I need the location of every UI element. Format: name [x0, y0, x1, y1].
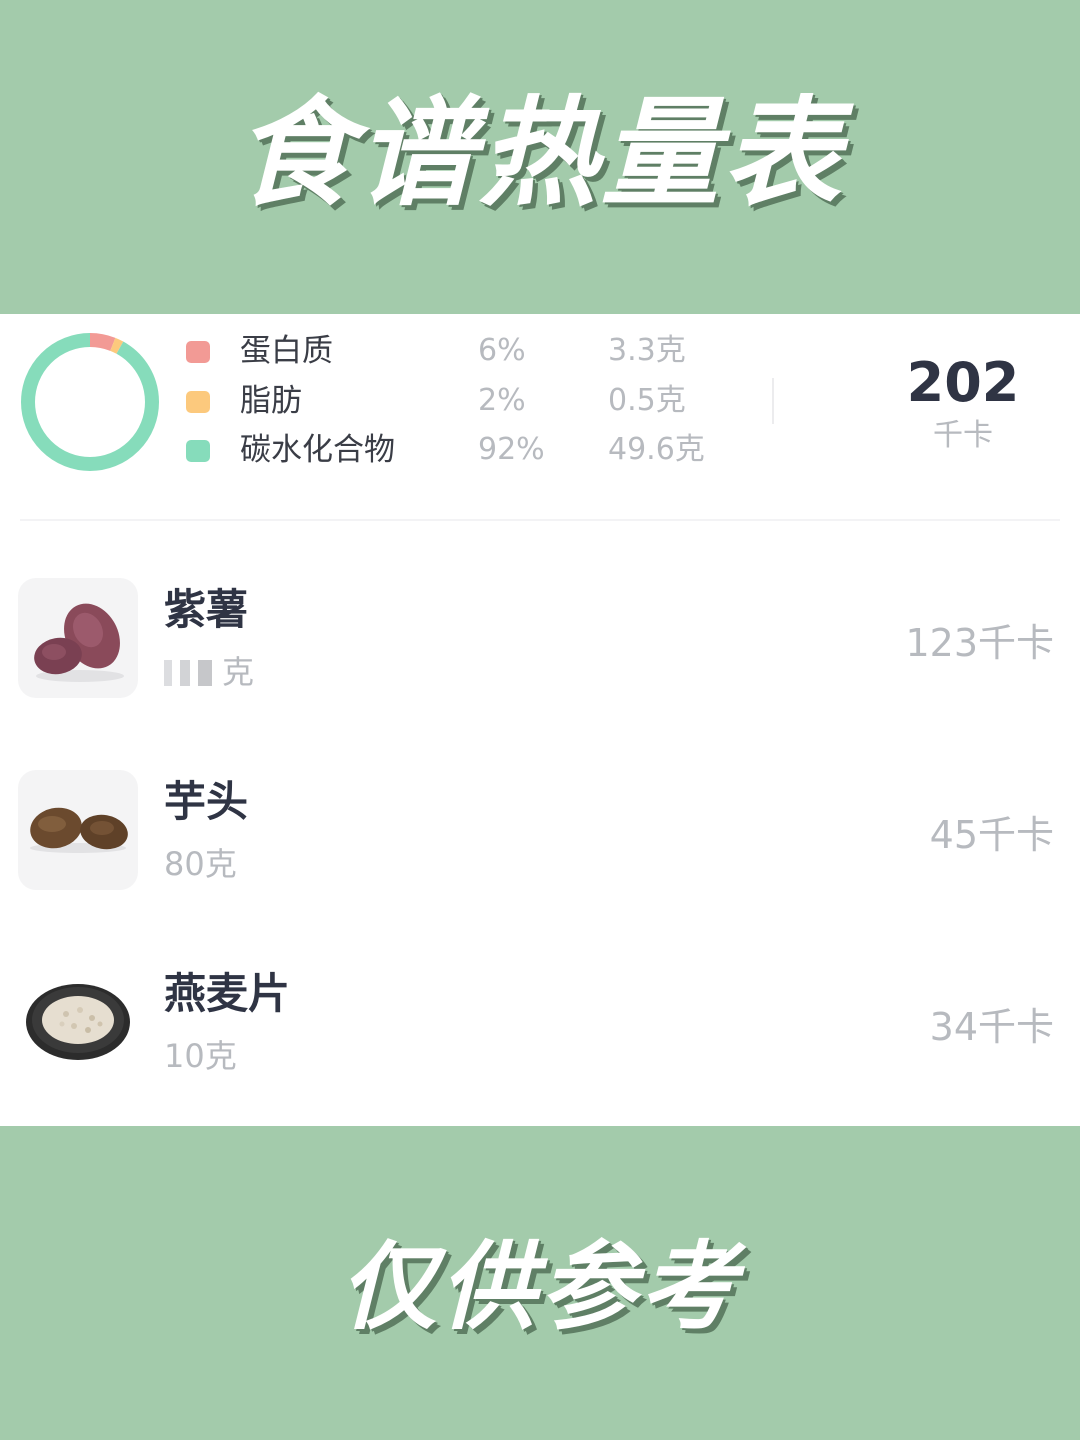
- obscured-weight-digits: [164, 660, 216, 686]
- food-weight: 克: [164, 650, 254, 694]
- carbs-percent: 92%: [478, 432, 545, 467]
- summary-divider: [772, 378, 774, 424]
- food-name: 燕麦片: [164, 969, 291, 1018]
- macro-donut-chart: [21, 333, 159, 471]
- food-name: 芋头: [164, 777, 249, 826]
- legend-row-protein: 蛋白质 6% 3.3克: [186, 331, 746, 371]
- total-calories-value: 202: [906, 351, 1020, 414]
- food-calories: 45千卡: [929, 813, 1054, 857]
- page-title: 食谱热量表: [234, 84, 845, 222]
- food-row-taro[interactable]: 芋头 80克 45千卡: [0, 770, 1080, 910]
- carbs-color-swatch: [186, 440, 210, 462]
- food-weight: 10克: [164, 1037, 237, 1075]
- footer-disclaimer: 仅供参考: [340, 1231, 740, 1343]
- food-calories: 34千卡: [929, 1005, 1054, 1049]
- food-calories: 123千卡: [905, 621, 1054, 665]
- food-row-oat-flakes[interactable]: 燕麦片 10克 34千卡: [0, 962, 1080, 1102]
- protein-color-swatch: [186, 341, 210, 363]
- food-weight: 80克: [164, 845, 237, 883]
- fat-color-swatch: [186, 391, 210, 413]
- purple-sweet-potato-image: [18, 578, 138, 698]
- carbs-amount: 49.6克: [608, 432, 705, 467]
- carbs-label: 碳水化合物: [240, 432, 395, 468]
- legend-row-carbs: 碳水化合物 92% 49.6克: [186, 430, 746, 470]
- donut-slice-carbs: [21, 333, 159, 471]
- fat-amount: 0.5克: [608, 383, 686, 418]
- fat-percent: 2%: [478, 383, 526, 418]
- fat-label: 脂肪: [240, 383, 302, 419]
- legend-row-fat: 脂肪 2% 0.5克: [186, 381, 746, 421]
- food-name: 紫薯: [164, 585, 249, 634]
- total-calories-unit: 千卡: [933, 418, 993, 453]
- protein-amount: 3.3克: [608, 333, 686, 368]
- protein-label: 蛋白质: [240, 333, 333, 369]
- protein-percent: 6%: [478, 333, 526, 368]
- section-divider: [20, 519, 1060, 521]
- taro-image: [18, 770, 138, 890]
- oat-flakes-image: [18, 962, 138, 1082]
- food-row-purple-sweet-potato[interactable]: 紫薯 克 123千卡: [0, 578, 1080, 718]
